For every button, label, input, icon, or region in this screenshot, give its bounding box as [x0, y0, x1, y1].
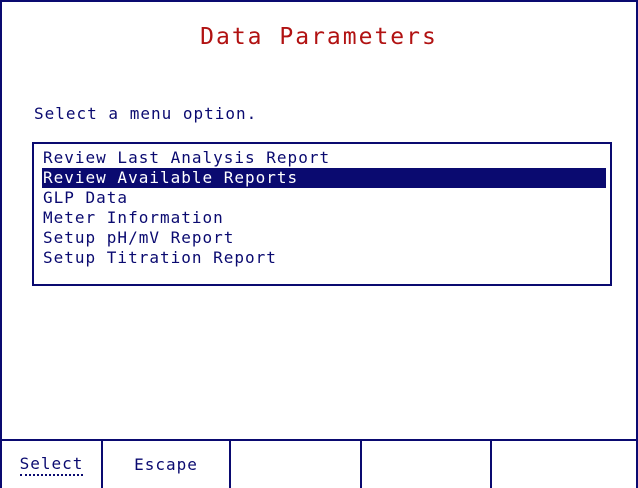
menu-item-review-last-analysis-report[interactable]: Review Last Analysis Report	[42, 148, 606, 168]
softkey-escape-label: Escape	[134, 455, 198, 474]
menu-item-setup-ph-mv-report[interactable]: Setup pH/mV Report	[42, 228, 606, 248]
page-title: Data Parameters	[200, 24, 438, 50]
menu-list: Review Last Analysis Report Review Avail…	[32, 142, 612, 286]
menu-item-review-available-reports[interactable]: Review Available Reports	[42, 168, 606, 188]
softkey-5[interactable]	[492, 441, 638, 488]
menu-item-setup-titration-report[interactable]: Setup Titration Report	[42, 248, 606, 268]
softkey-select[interactable]: Select	[0, 441, 103, 488]
softkey-3[interactable]	[231, 441, 362, 488]
softkey-4[interactable]	[362, 441, 492, 488]
menu-item-meter-information[interactable]: Meter Information	[42, 208, 606, 228]
menu-prompt: Select a menu option.	[34, 104, 258, 123]
menu-item-glp-data[interactable]: GLP Data	[42, 188, 606, 208]
softkey-select-label: Select	[19, 454, 84, 476]
softkey-bar: Select Escape	[0, 439, 638, 488]
softkey-escape[interactable]: Escape	[103, 441, 231, 488]
meter-screen: Data Parameters Select a menu option. Re…	[0, 0, 638, 488]
